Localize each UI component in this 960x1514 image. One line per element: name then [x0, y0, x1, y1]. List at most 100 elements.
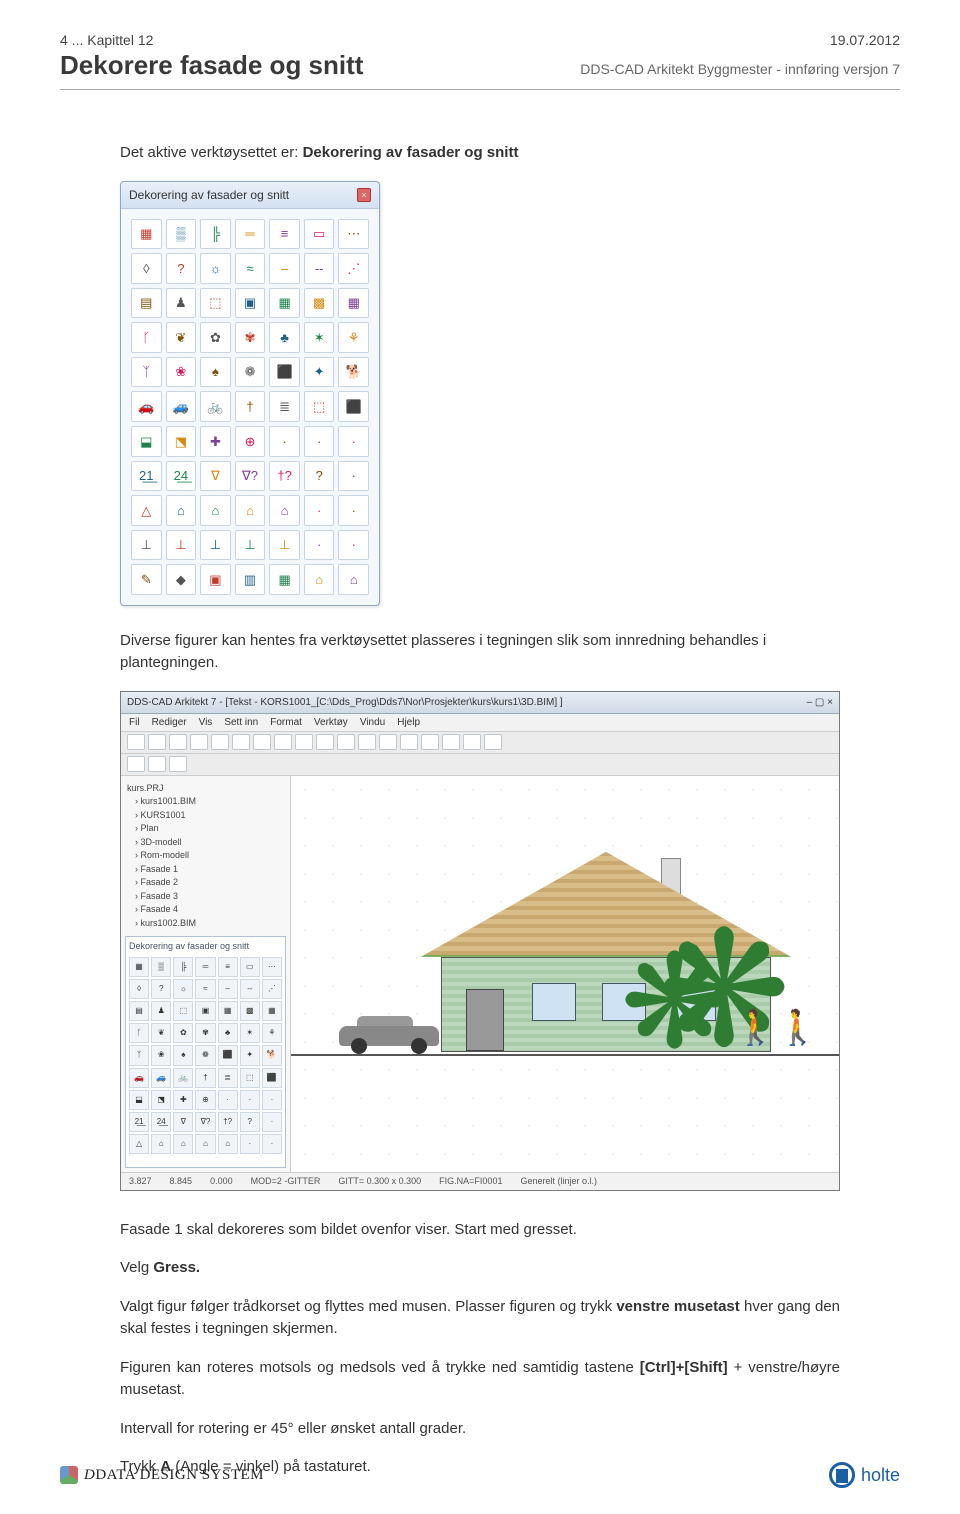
palette-tool-button[interactable]: ▣ [235, 288, 266, 319]
palette-tool-button[interactable]: ᚴ [131, 322, 162, 353]
palette-tool-button[interactable]: ≣ [269, 391, 300, 422]
mini-palette-button[interactable]: △ [129, 1134, 149, 1154]
palette-tool-button[interactable]: ✎ [131, 564, 162, 595]
mini-palette-button[interactable]: ▣ [195, 1001, 215, 1021]
palette-tool-button[interactable]: ⊥ [235, 530, 266, 561]
mini-palette-button[interactable]: ⊕ [195, 1090, 215, 1110]
palette-tool-button[interactable]: ▦ [338, 288, 369, 319]
mini-palette-button[interactable]: ♟ [151, 1001, 171, 1021]
palette-tool-button[interactable]: ▒ [166, 219, 197, 250]
tree-item[interactable]: › Fasade 3 [135, 890, 284, 904]
mini-palette-button[interactable]: ⬓ [129, 1090, 149, 1110]
palette-tool-button[interactable]: ⊥ [131, 530, 162, 561]
palette-tool-button[interactable]: ⌂ [338, 564, 369, 595]
palette-tool-button[interactable]: ⌂ [200, 495, 231, 526]
toolbar-button[interactable] [421, 734, 439, 750]
mini-palette-button[interactable]: ✚ [173, 1090, 193, 1110]
mini-palette-button[interactable]: 🐕 [262, 1045, 282, 1065]
mini-palette-button[interactable]: ❦ [151, 1023, 171, 1043]
mini-palette-button[interactable]: ∇ [173, 1112, 193, 1132]
palette-tool-button[interactable]: · [338, 426, 369, 457]
tree-item[interactable]: › Rom-modell [135, 849, 284, 863]
palette-tool-button[interactable]: ▣ [200, 564, 231, 595]
menu-item[interactable]: Sett inn [224, 715, 258, 730]
tree-item[interactable]: › KURS1001 [135, 809, 284, 823]
toolbar-button[interactable] [316, 734, 334, 750]
toolbar-button[interactable] [379, 734, 397, 750]
palette-tool-button[interactable]: ⬓ [131, 426, 162, 457]
palette-tool-button[interactable]: · [304, 530, 335, 561]
toolbar-button[interactable] [400, 734, 418, 750]
mini-palette-button[interactable]: ‒ [218, 979, 238, 999]
mini-palette-button[interactable]: ⌂ [218, 1134, 238, 1154]
palette-tool-button[interactable]: ≡ [269, 219, 300, 250]
tree-item[interactable]: › Plan [135, 822, 284, 836]
palette-tool-button[interactable]: ⬛ [269, 357, 300, 388]
tree-item[interactable]: › kurs1001.BIM [135, 795, 284, 809]
mini-palette-button[interactable]: ∇? [195, 1112, 215, 1132]
palette-tool-button[interactable]: ⌂ [304, 564, 335, 595]
palette-tool-button[interactable]: ♣ [269, 322, 300, 353]
palette-tool-button[interactable]: †? [269, 461, 300, 492]
mini-palette-button[interactable]: ⋰ [262, 979, 282, 999]
palette-tool-button[interactable]: ✚ [200, 426, 231, 457]
toolbar-button[interactable] [232, 734, 250, 750]
mini-palette-button[interactable]: ✾ [195, 1023, 215, 1043]
palette-tool-button[interactable]: ⌂ [166, 495, 197, 526]
palette-tool-button[interactable]: ⚘ [338, 322, 369, 353]
menu-item[interactable]: Fil [129, 715, 140, 730]
toolbar-button[interactable] [295, 734, 313, 750]
menu-item[interactable]: Vis [199, 715, 213, 730]
mini-palette-button[interactable]: ▦ [129, 957, 149, 977]
mini-palette-button[interactable]: ≈ [195, 979, 215, 999]
menu-item[interactable]: Verktøy [314, 715, 348, 730]
palette-tool-button[interactable]: ❀ [166, 357, 197, 388]
toolbar-button[interactable] [148, 756, 166, 772]
palette-tool-button[interactable]: ✶ [304, 322, 335, 353]
toolbar-button[interactable] [253, 734, 271, 750]
mini-palette-button[interactable]: ᛉ [129, 1045, 149, 1065]
mini-palette-button[interactable]: ▦ [218, 1001, 238, 1021]
palette-tool-button[interactable]: ◆ [166, 564, 197, 595]
palette-tool-button[interactable]: ⊥ [200, 530, 231, 561]
tree-item[interactable]: › Fasade 4 [135, 903, 284, 917]
mini-palette-button[interactable]: ✶ [240, 1023, 260, 1043]
toolbar-button[interactable] [463, 734, 481, 750]
toolbar-button[interactable] [169, 756, 187, 772]
mini-palette-button[interactable]: · [262, 1134, 282, 1154]
palette-tool-button[interactable]: · [338, 495, 369, 526]
palette-tool-button[interactable]: ⋯ [338, 219, 369, 250]
toolbar-button[interactable] [442, 734, 460, 750]
tree-item[interactable]: › 3D-modell [135, 836, 284, 850]
palette-tool-button[interactable]: ⊥ [269, 530, 300, 561]
tree-root[interactable]: kurs.PRJ [127, 782, 284, 796]
mini-palette-button[interactable]: ≡ [218, 957, 238, 977]
mini-palette-button[interactable]: · [262, 1090, 282, 1110]
palette-tool-button[interactable]: ▤ [131, 288, 162, 319]
palette-tool-button[interactable]: ⬛ [338, 391, 369, 422]
mini-palette-button[interactable]: · [218, 1090, 238, 1110]
toolbar-button[interactable] [190, 734, 208, 750]
mini-palette-button[interactable]: ? [151, 979, 171, 999]
mini-palette-button[interactable]: 2̲1̲ [129, 1112, 149, 1132]
mini-palette-button[interactable]: 🚗 [129, 1068, 149, 1088]
mini-palette-button[interactable]: 🚙 [151, 1068, 171, 1088]
palette-tool-button[interactable]: · [338, 461, 369, 492]
mini-palette-button[interactable]: ❀ [151, 1045, 171, 1065]
palette-tool-button[interactable]: ♟ [166, 288, 197, 319]
mini-palette-button[interactable]: · [262, 1112, 282, 1132]
toolbar-button[interactable] [358, 734, 376, 750]
mini-palette-button[interactable]: ◊ [129, 979, 149, 999]
palette-tool-button[interactable]: ⬚ [200, 288, 231, 319]
mini-palette-button[interactable]: ▤ [129, 1001, 149, 1021]
palette-tool-button[interactable]: ♠ [200, 357, 231, 388]
toolbar-button[interactable] [169, 734, 187, 750]
mini-palette-button[interactable]: ⬛ [262, 1068, 282, 1088]
palette-tool-button[interactable]: ᛉ [131, 357, 162, 388]
mini-palette-button[interactable]: ⋯ [262, 957, 282, 977]
mini-palette-button[interactable]: ᚴ [129, 1023, 149, 1043]
palette-tool-button[interactable]: ▦ [269, 564, 300, 595]
palette-tool-button[interactable]: ? [304, 461, 335, 492]
mini-palette-button[interactable]: · [240, 1134, 260, 1154]
mini-palette-button[interactable]: ▩ [240, 1001, 260, 1021]
